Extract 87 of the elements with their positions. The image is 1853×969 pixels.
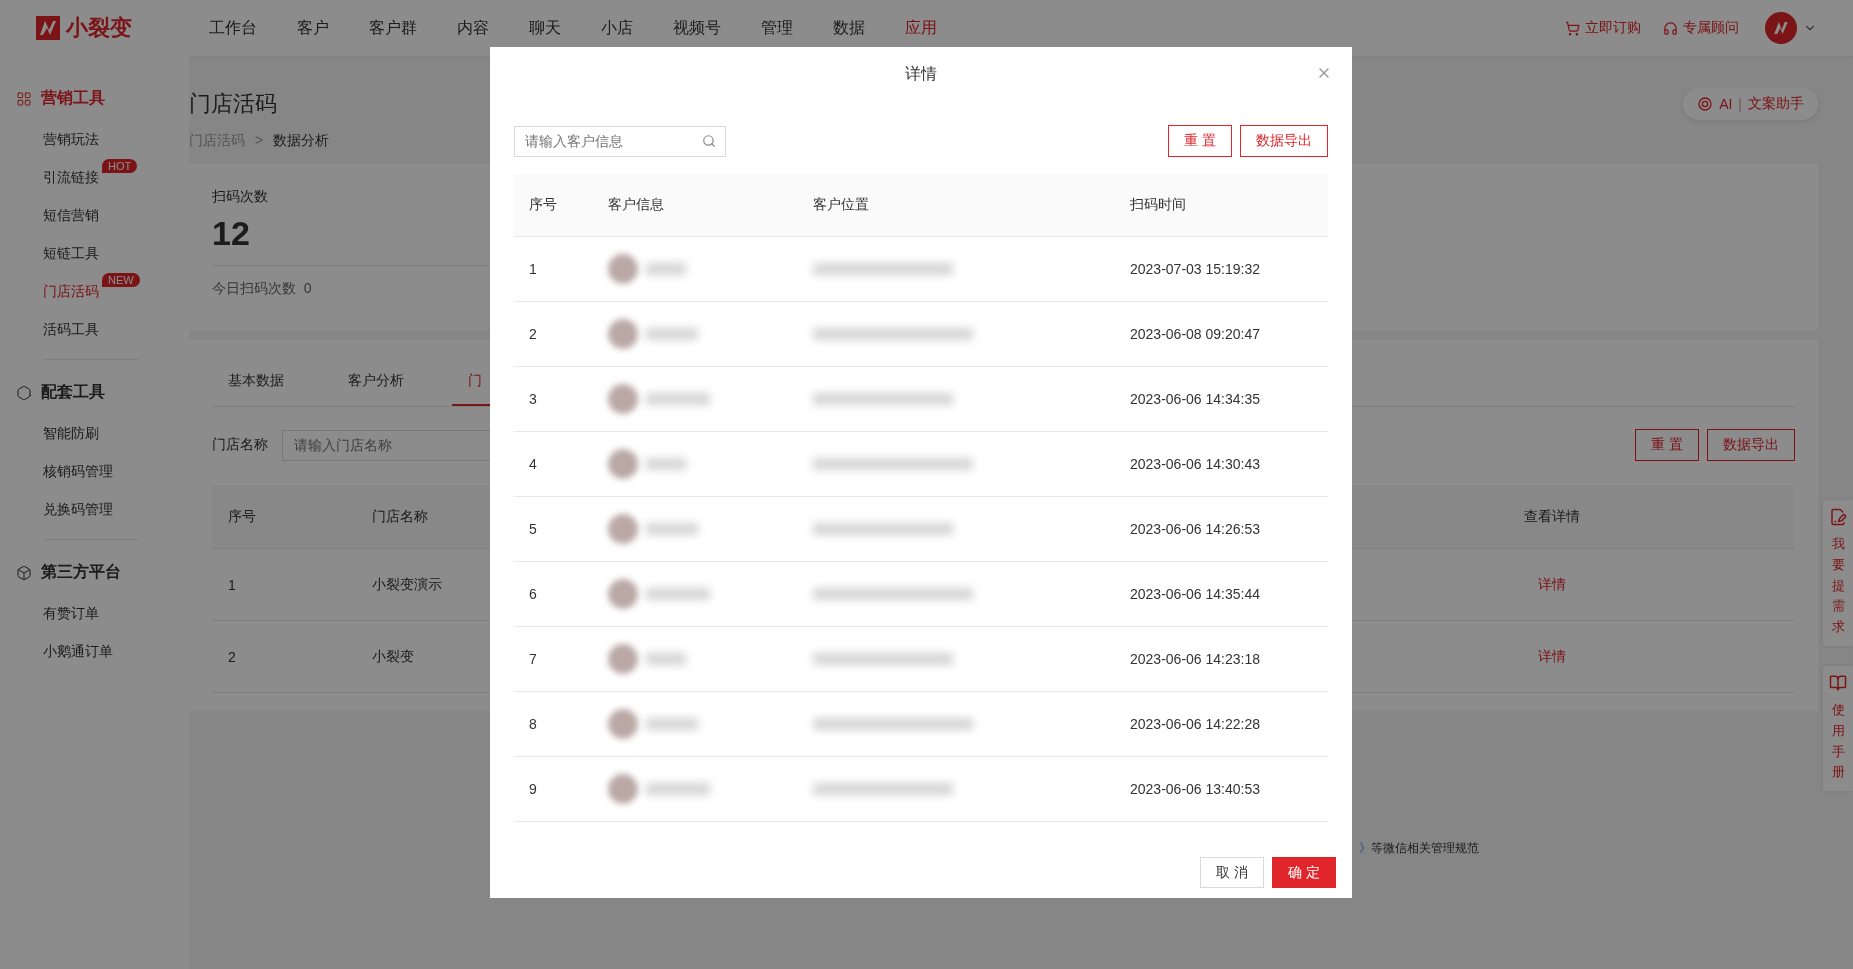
- nav-item[interactable]: 小店: [581, 17, 653, 39]
- avatar[interactable]: [1765, 12, 1797, 44]
- swirl-icon: [1697, 96, 1714, 112]
- sidebar-section-title: 配套工具: [0, 370, 189, 415]
- book-icon: [1829, 674, 1847, 692]
- manual-tab[interactable]: 使用手册: [1823, 666, 1853, 792]
- nav-item[interactable]: 工作台: [189, 17, 277, 39]
- search-icon: [702, 133, 716, 148]
- nav-item[interactable]: 聊天: [509, 17, 581, 39]
- stat-label: 扫码次数: [212, 188, 268, 206]
- blurred-text: [646, 783, 710, 795]
- sidebar-item[interactable]: 短链工具: [0, 235, 189, 273]
- ai-assistant-button[interactable]: AI | 文案助手: [1683, 88, 1818, 120]
- request-tab[interactable]: 我要提需求: [1823, 500, 1853, 646]
- blurred-avatar: [608, 319, 638, 349]
- sidebar-item[interactable]: 核销码管理: [0, 453, 189, 491]
- nav-item[interactable]: 应用: [885, 17, 957, 39]
- sidebar-section-title: 第三方平台: [0, 550, 189, 595]
- nav-item[interactable]: 客户: [277, 17, 349, 39]
- breadcrumb-separator: >: [255, 132, 264, 150]
- filter-label: 门店名称: [212, 436, 268, 454]
- sidebar-item[interactable]: 短信营销: [0, 197, 189, 235]
- blurred-avatar: [608, 709, 638, 739]
- notice-link[interactable]: 》: [1359, 840, 1371, 857]
- order-link[interactable]: 立即订购: [1565, 19, 1641, 37]
- export-button[interactable]: 数据导出: [1707, 429, 1795, 461]
- nav-item[interactable]: 客户群: [349, 17, 437, 39]
- hexagon-icon: [16, 384, 32, 401]
- blurred-avatar: [608, 384, 638, 414]
- sidebar-section-title: 营销工具: [0, 76, 189, 121]
- cancel-button[interactable]: 取 消: [1200, 857, 1264, 888]
- cube-icon: [16, 564, 32, 581]
- notice-text: 等微信相关管理规范: [1371, 840, 1479, 857]
- sidebar-item[interactable]: 营销玩法: [0, 121, 189, 159]
- blurred-avatar: [608, 579, 638, 609]
- brand-name: 小裂变: [66, 14, 132, 42]
- blurred-avatar: [608, 254, 638, 284]
- edit-icon: [1829, 508, 1847, 526]
- sidebar-item[interactable]: 门店活码 NEW: [0, 273, 189, 311]
- blurred-text: [646, 458, 686, 470]
- sidebar-badge: NEW: [102, 273, 140, 287]
- sidebar-item[interactable]: 智能防刷: [0, 415, 189, 453]
- nav-item[interactable]: 数据: [813, 17, 885, 39]
- nav-item[interactable]: 内容: [437, 17, 509, 39]
- details-link[interactable]: 详情: [1538, 647, 1566, 666]
- blurred-text: [646, 393, 710, 405]
- reset-button[interactable]: 重 置: [1635, 429, 1699, 461]
- sidebar-item[interactable]: 兑换码管理: [0, 491, 189, 529]
- table-header: 客户位置: [798, 174, 1115, 237]
- sidebar-item[interactable]: 引流链接 HOT: [0, 159, 189, 197]
- breadcrumb-item: 数据分析: [273, 132, 330, 150]
- blurred-avatar: [608, 514, 638, 544]
- table-header: 客户信息: [593, 174, 798, 237]
- stat-value: 12: [212, 214, 251, 253]
- blurred-text: [646, 588, 710, 600]
- blurred-avatar: [608, 774, 638, 804]
- nav-item[interactable]: 视频号: [653, 17, 741, 39]
- blurred-text: [646, 653, 686, 665]
- advisor-link[interactable]: 专属顾问: [1663, 19, 1739, 37]
- blurred-text: [646, 523, 698, 535]
- blurred-text: [646, 328, 698, 340]
- sidebar-item[interactable]: 活码工具: [0, 311, 189, 349]
- reset-button[interactable]: 重 置: [1168, 125, 1232, 157]
- sidebar-item[interactable]: 小鹅通订单: [0, 633, 189, 671]
- tab[interactable]: 客户分析: [332, 368, 428, 406]
- sidebar-item[interactable]: 有赞订单: [0, 595, 189, 633]
- grid-icon: [16, 90, 32, 107]
- export-button[interactable]: 数据导出: [1240, 125, 1328, 157]
- page-title: 门店活码: [189, 90, 277, 118]
- confirm-button[interactable]: 确 定: [1272, 857, 1336, 888]
- dialog-title: 详情: [905, 63, 937, 84]
- headset-icon: [1663, 20, 1678, 36]
- table-header: 扫码时间: [1115, 174, 1328, 237]
- details-link[interactable]: 详情: [1538, 575, 1566, 594]
- blurred-text: [646, 263, 686, 275]
- today-scans: 今日扫码次数 0: [212, 280, 313, 298]
- tab[interactable]: 基本数据: [212, 368, 308, 406]
- table-header: 序号: [514, 174, 593, 237]
- blurred-avatar: [608, 449, 638, 479]
- search-field[interactable]: 请输入客户信息: [514, 125, 726, 157]
- cart-icon: [1565, 20, 1580, 36]
- table-header: 序号: [212, 485, 356, 549]
- nav-item[interactable]: 管理: [741, 17, 813, 39]
- blurred-text: [646, 718, 698, 730]
- sidebar-badge: HOT: [102, 159, 138, 173]
- logo-icon: [36, 16, 60, 40]
- blurred-avatar: [608, 644, 638, 674]
